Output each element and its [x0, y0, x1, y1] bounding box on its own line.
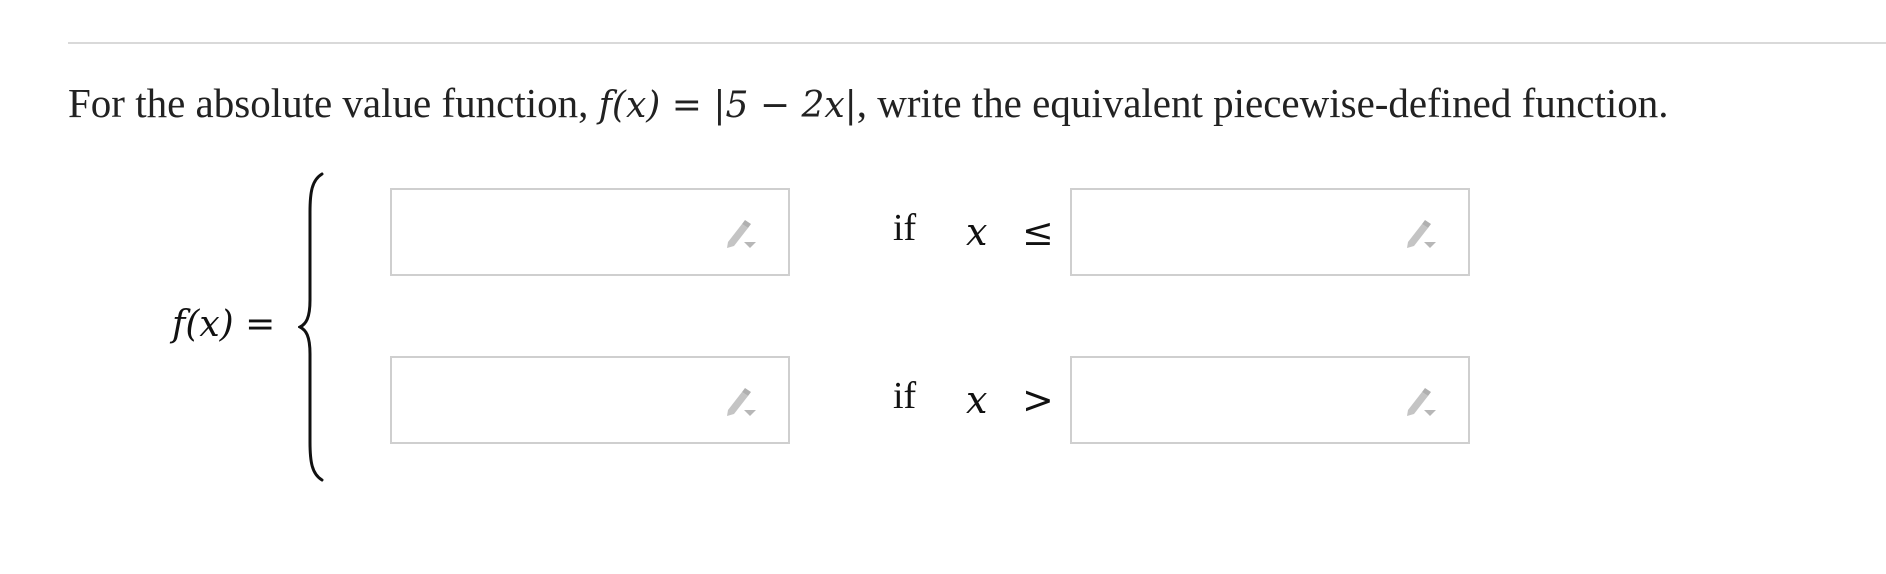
pencil-dropdown-icon[interactable]	[722, 216, 760, 252]
piece-2-variable: x	[966, 378, 988, 422]
top-divider	[68, 42, 1886, 44]
pencil-dropdown-icon[interactable]	[1402, 216, 1440, 252]
left-brace	[298, 172, 324, 482]
piece-1-operator: ≤	[1022, 210, 1054, 254]
question-text-after: , write the equivalent piecewise-defined…	[856, 80, 1669, 126]
piece-2-operator: >	[1022, 378, 1054, 422]
question-text-before: For the absolute value function,	[68, 80, 599, 126]
piece-1-bound-input[interactable]	[1070, 188, 1470, 276]
piece-1-variable: x	[966, 210, 988, 254]
piece-1-if-label: if	[893, 207, 917, 249]
piece-2-bound-input[interactable]	[1070, 356, 1470, 444]
pencil-dropdown-icon[interactable]	[722, 384, 760, 420]
piece-1-expression-input[interactable]	[390, 188, 790, 276]
piece-2-expression-input[interactable]	[390, 356, 790, 444]
piecewise-lhs: f(x) =	[172, 304, 276, 345]
pencil-dropdown-icon[interactable]	[1402, 384, 1440, 420]
question-prompt: For the absolute value function, f(x) = …	[68, 78, 1669, 131]
question-function-expression: f(x) = |5 − 2x|	[598, 85, 857, 126]
piece-2-if-label: if	[893, 375, 917, 417]
